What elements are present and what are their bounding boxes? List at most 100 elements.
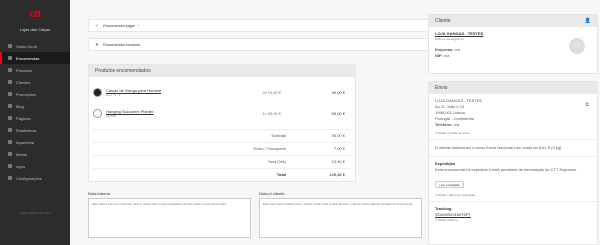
phone-label: Telefone:	[435, 122, 453, 127]
edit-address-link[interactable]: ✎ Editar morada de envio	[435, 131, 591, 135]
client-nif: NIF: n/a	[435, 53, 591, 59]
product-variant: x6833X	[106, 113, 117, 118]
users-icon	[8, 80, 12, 84]
nif-label: NIF:	[435, 53, 443, 58]
chart-icon	[8, 128, 12, 132]
sidebar-item-clients[interactable]: Clientes	[0, 76, 70, 88]
table-row: Calças de Ganga para Homem azul - S - 1 …	[93, 85, 351, 99]
product-qty: 2x 15,00 €	[262, 89, 281, 95]
sidebar-nav: Visão Geral Encomendas Produtos Clientes…	[0, 40, 70, 184]
subtotal-value: 95,00 €	[331, 133, 345, 138]
brush-icon	[8, 140, 12, 144]
sidebar-item-label: Encomendas	[16, 55, 40, 61]
product-qty: 1x 65,00 €	[262, 110, 281, 116]
main-content: ✓ Encomenda paga ⓘ Marcar como não paga …	[70, 0, 600, 245]
remove-expedition-link[interactable]: ✎ Editar / Remover expedição	[435, 193, 591, 197]
sidebar-item-apps[interactable]: Apps	[0, 160, 70, 172]
sidebar-item-pages[interactable]: Páginas	[0, 112, 70, 124]
view-expedition-label: ver expedição	[440, 183, 460, 187]
paid-alert-text: Encomenda paga	[103, 23, 135, 28]
cart-icon	[8, 56, 12, 60]
edit-address-label: Editar morada de envio	[438, 131, 470, 135]
edit-tracking-label: Editar tracking	[438, 218, 458, 222]
copy-icon[interactable]: ⧉	[585, 102, 589, 108]
shipping-method: O cliente selecionou o envio Envio Nacio…	[429, 139, 597, 156]
expedition-text: Esta encomenda foi expedida e está pende…	[435, 167, 578, 172]
sidebar-item-label: Promoções	[16, 91, 37, 97]
shipping-row: Envio / Transporte 7,00 €	[93, 142, 351, 152]
store-name: Lojas das Calças	[19, 27, 51, 32]
apps-icon	[8, 164, 12, 168]
send-icon: ➤	[95, 41, 100, 48]
sidebar-item-stats[interactable]: Estatísticas	[0, 124, 70, 136]
tax-label: Taxa (IVA)	[267, 159, 286, 164]
avatar: LT	[569, 38, 585, 54]
sent-alert-text: Encomenda enviada	[103, 42, 140, 47]
product-total: 30,00 €	[331, 89, 345, 95]
sidebar-item-media[interactable]: Media	[0, 148, 70, 160]
shipping-title: Envio	[429, 82, 597, 94]
client-note-field[interactable]	[259, 198, 422, 238]
sidebar-item-label: Produtos	[16, 67, 33, 73]
internal-note-field[interactable]	[88, 198, 251, 238]
ctt-logo[interactable]: ctt	[0, 0, 70, 28]
sidebar-item-label: Apps	[16, 163, 26, 169]
client-note-label: Nota p/ cliente	[259, 191, 285, 196]
sidebar-item-blog[interactable]: Blog	[0, 100, 70, 112]
sidebar-item-settings[interactable]: Configurações	[0, 172, 70, 184]
products-panel: Produtos encomendados Calças de Ganga pa…	[88, 64, 356, 182]
client-email: pedro.a.neves@ctt.pt	[435, 37, 464, 41]
table-row: Hanging Succulent Planter x6833X 1x 65,0…	[93, 106, 351, 120]
subtotal-row: Subtotal 95,00 €	[93, 129, 351, 139]
view-expedition-button[interactable]: ▪ ver expedição	[435, 181, 464, 188]
sidebar-item-label: Media	[16, 151, 27, 157]
product-thumbnail	[93, 108, 102, 118]
expedition-section: Expedição Esta encomenda foi expedida e …	[429, 156, 597, 201]
shipping-value: 7,00 €	[333, 146, 345, 151]
client-title: Cliente 👤	[429, 15, 597, 27]
blog-icon	[8, 104, 12, 108]
sidebar-item-label: Configurações	[16, 175, 42, 181]
tag-icon	[8, 92, 12, 96]
internal-note-label: Nota interna	[88, 191, 110, 196]
sidebar-item-promotions[interactable]: Promoções	[0, 88, 70, 100]
shipping-method-text: O cliente selecionou o envio Envio Nacio…	[435, 145, 562, 150]
total-value: 125,46 €	[329, 172, 345, 177]
sidebar-item-label: Blog	[16, 103, 25, 109]
sidebar-item-orders[interactable]: Encomendas	[0, 52, 70, 64]
client-title-text: Cliente	[435, 18, 451, 24]
version-text: Lojas Online CTT 3.0.0	[19, 211, 51, 215]
sidebar-item-overview[interactable]: Visão Geral	[0, 40, 70, 52]
shipping-label: Envio / Transporte	[253, 146, 286, 151]
tracking-section: Tracking ⚲DA9052016975PT ✎ Editar tracki…	[429, 201, 597, 226]
user-icon: 👤	[584, 18, 591, 24]
sidebar-item-label: Clientes	[16, 79, 31, 85]
page-icon	[8, 116, 12, 120]
sidebar-item-label: Estatísticas	[16, 127, 37, 133]
shipping-info: LOJA GANGAS - TESTES Av. D. João II 14 1…	[429, 94, 597, 139]
product-name-link[interactable]: Hanging Succulent Planter	[106, 109, 153, 114]
product-total: 65,00 €	[331, 110, 345, 116]
sidebar-item-appearance[interactable]: Aparência	[0, 136, 70, 148]
product-name-link[interactable]: Calças de Ganga para Homem	[106, 88, 161, 93]
company-label: Empresa:	[435, 47, 454, 52]
remove-expedition-label: Editar / Remover expedição	[438, 193, 476, 197]
company-value: n/a	[454, 47, 460, 52]
total-label: Total	[276, 172, 286, 177]
box-icon	[8, 68, 12, 72]
phone-value: n/a	[453, 122, 460, 127]
sidebar: ctt Lojas das Calças Visão Geral Encomen…	[0, 0, 70, 245]
shipping-panel: Envio LOJA GANGAS - TESTES Av. D. João I…	[428, 81, 598, 245]
check-icon: ✓	[95, 22, 100, 29]
info-icon: ⓘ	[136, 23, 140, 28]
products-title: Produtos encomendados	[89, 65, 355, 77]
edit-tracking-link[interactable]: ✎ Editar tracking	[435, 218, 591, 222]
total-row: Total 125,46 €	[93, 168, 351, 178]
subtotal-label: Subtotal	[271, 133, 286, 138]
shipping-phone: Telefone: n/a	[435, 122, 591, 128]
tax-row: Taxa (IVA) 23,46 €	[93, 155, 351, 165]
gear-icon	[8, 176, 12, 180]
sidebar-item-products[interactable]: Produtos	[0, 64, 70, 76]
tracking-code: DA9052016975PT	[437, 212, 471, 217]
home-icon	[8, 44, 12, 48]
